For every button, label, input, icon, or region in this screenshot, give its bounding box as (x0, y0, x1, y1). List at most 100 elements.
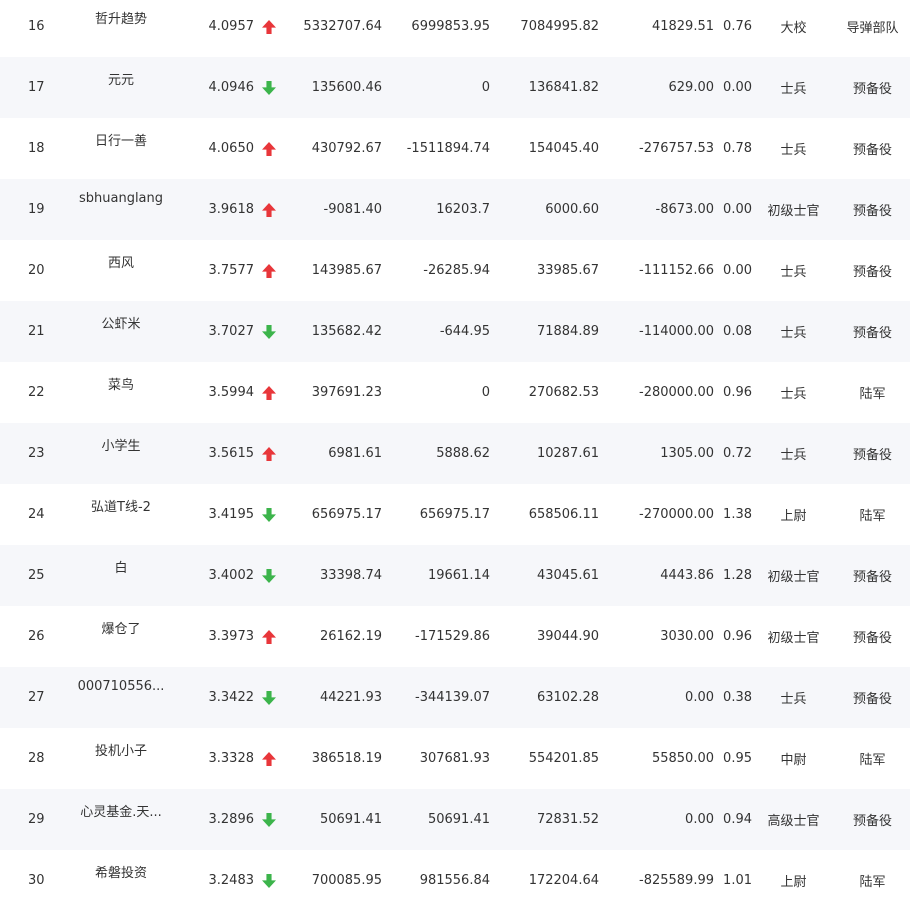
name-cell[interactable]: 爆仓了 (70, 606, 172, 667)
branch-cell: 陆军 (835, 728, 910, 789)
table-row[interactable]: 22 菜鸟 3.5994 397691.23 0 270682.53 -2800… (0, 362, 910, 423)
name-cell[interactable]: 投机小子 (70, 728, 172, 789)
trader-name-link[interactable]: 心灵基金.天... (80, 801, 162, 820)
table-row[interactable]: 19 sbhuanglang 3.9618 -9081.40 16203.7 6… (0, 179, 910, 240)
table-row[interactable]: 21 公虾米 3.7027 135682.42 -644.95 71884.89… (0, 301, 910, 362)
rank-title-cell: 士兵 (752, 362, 835, 423)
name-cell[interactable]: 000710556... (70, 667, 172, 728)
rate-value: 0.96 (723, 629, 752, 644)
trader-name-link[interactable]: 西风 (108, 252, 134, 271)
rank-title-cell: 上尉 (752, 484, 835, 545)
name-cell[interactable]: 希磐投资 (70, 850, 172, 911)
value2-cell: 0 (382, 362, 490, 423)
score-value: 3.7577 (208, 263, 255, 278)
trader-name-link[interactable]: 日行一善 (95, 130, 147, 149)
value4: 0.00 (685, 812, 714, 827)
branch-cell: 导弹部队 (835, 0, 910, 57)
trader-name-link[interactable]: 000710556... (78, 679, 165, 694)
value2-cell: 16203.7 (382, 179, 490, 240)
score-cell: 3.4002 (172, 545, 256, 606)
trend-cell (256, 484, 286, 545)
value2: -1511894.74 (406, 141, 490, 156)
table-row[interactable]: 16 哲升趋势 4.0957 5332707.64 6999853.95 708… (0, 0, 910, 57)
table-row[interactable]: 18 日行一善 4.0650 430792.67 -1511894.74 154… (0, 118, 910, 179)
value1-cell: 5332707.64 (286, 0, 382, 57)
trader-name-link[interactable]: 菜鸟 (108, 374, 134, 393)
value2-cell: -344139.07 (382, 667, 490, 728)
value1: 656975.17 (311, 507, 382, 522)
arrow-down-icon (262, 873, 276, 888)
trend-cell (256, 789, 286, 850)
name-cell[interactable]: 小学生 (70, 423, 172, 484)
trader-name-link[interactable]: 哲升趋势 (95, 8, 147, 27)
value4-cell: 3030.00 (599, 606, 714, 667)
table-row[interactable]: 29 心灵基金.天... 3.2896 50691.41 50691.41 72… (0, 789, 910, 850)
table-row[interactable]: 26 爆仓了 3.3973 26162.19 -171529.86 39044.… (0, 606, 910, 667)
trader-name-link[interactable]: 白 (114, 557, 127, 576)
name-cell[interactable]: 西风 (70, 240, 172, 301)
table-row[interactable]: 30 希磐投资 3.2483 700085.95 981556.84 17220… (0, 850, 910, 911)
branch-value: 导弹部队 (846, 21, 899, 36)
name-cell[interactable]: 元元 (70, 57, 172, 118)
value3: 63102.28 (536, 690, 599, 705)
value2: 0 (481, 80, 490, 95)
rank-title-cell: 士兵 (752, 667, 835, 728)
value1-cell: 26162.19 (286, 606, 382, 667)
rank-title: 士兵 (780, 448, 807, 463)
trader-name-link[interactable]: 投机小子 (95, 740, 147, 759)
arrow-up-icon (262, 629, 276, 644)
value2: 981556.84 (419, 873, 490, 888)
name-cell[interactable]: 白 (70, 545, 172, 606)
value2: 0 (481, 385, 490, 400)
branch-value: 预备役 (852, 448, 892, 463)
name-cell[interactable]: 公虾米 (70, 301, 172, 362)
table-row[interactable]: 23 小学生 3.5615 6981.61 5888.62 10287.61 1… (0, 423, 910, 484)
table-row[interactable]: 20 西风 3.7577 143985.67 -26285.94 33985.6… (0, 240, 910, 301)
value4: -825589.99 (639, 873, 714, 888)
value4-cell: -8673.00 (599, 179, 714, 240)
trader-name-link[interactable]: 公虾米 (101, 313, 140, 332)
value3-cell: 39044.90 (490, 606, 599, 667)
trader-name-link[interactable]: sbhuanglang (79, 191, 163, 206)
arrow-down-icon (262, 812, 276, 827)
value2-cell: 307681.93 (382, 728, 490, 789)
trader-name-link[interactable]: 爆仓了 (101, 618, 140, 637)
table-row[interactable]: 24 弘道T线-2 3.4195 656975.17 656975.17 658… (0, 484, 910, 545)
trend-cell (256, 423, 286, 484)
arrow-up-icon (262, 385, 276, 400)
name-cell[interactable]: 菜鸟 (70, 362, 172, 423)
rank-title: 士兵 (780, 82, 807, 97)
score-cell: 3.2483 (172, 850, 256, 911)
rate-value: 1.38 (723, 507, 752, 522)
trader-name-link[interactable]: 弘道T线-2 (91, 496, 151, 515)
name-cell[interactable]: 弘道T线-2 (70, 484, 172, 545)
rank-cell: 30 (0, 850, 70, 911)
name-cell[interactable]: 哲升趋势 (70, 0, 172, 57)
value1-cell: 50691.41 (286, 789, 382, 850)
trader-name-link[interactable]: 希磐投资 (95, 862, 147, 881)
score-cell: 4.0650 (172, 118, 256, 179)
value4: 55850.00 (651, 751, 714, 766)
value1-cell: 656975.17 (286, 484, 382, 545)
value1: 26162.19 (319, 629, 382, 644)
rank-title-cell: 上尉 (752, 850, 835, 911)
rank-title: 初级士官 (767, 631, 820, 646)
branch-cell: 预备役 (835, 667, 910, 728)
trader-name-link[interactable]: 元元 (108, 69, 134, 88)
value1: 430792.67 (311, 141, 382, 156)
name-cell[interactable]: 心灵基金.天... (70, 789, 172, 850)
name-cell[interactable]: 日行一善 (70, 118, 172, 179)
value3-cell: 154045.40 (490, 118, 599, 179)
branch-cell: 预备役 (835, 179, 910, 240)
name-cell[interactable]: sbhuanglang (70, 179, 172, 240)
branch-value: 陆军 (859, 509, 886, 524)
rank-value: 26 (28, 629, 45, 644)
value1: 135600.46 (311, 80, 382, 95)
table-row[interactable]: 27 000710556... 3.3422 44221.93 -344139.… (0, 667, 910, 728)
trader-name-link[interactable]: 小学生 (101, 435, 140, 454)
table-row[interactable]: 25 白 3.4002 33398.74 19661.14 43045.61 4… (0, 545, 910, 606)
rank-title-cell: 士兵 (752, 57, 835, 118)
score-value: 3.4002 (208, 568, 255, 583)
table-row[interactable]: 28 投机小子 3.3328 386518.19 307681.93 55420… (0, 728, 910, 789)
table-row[interactable]: 17 元元 4.0946 135600.46 0 136841.82 629.0… (0, 57, 910, 118)
